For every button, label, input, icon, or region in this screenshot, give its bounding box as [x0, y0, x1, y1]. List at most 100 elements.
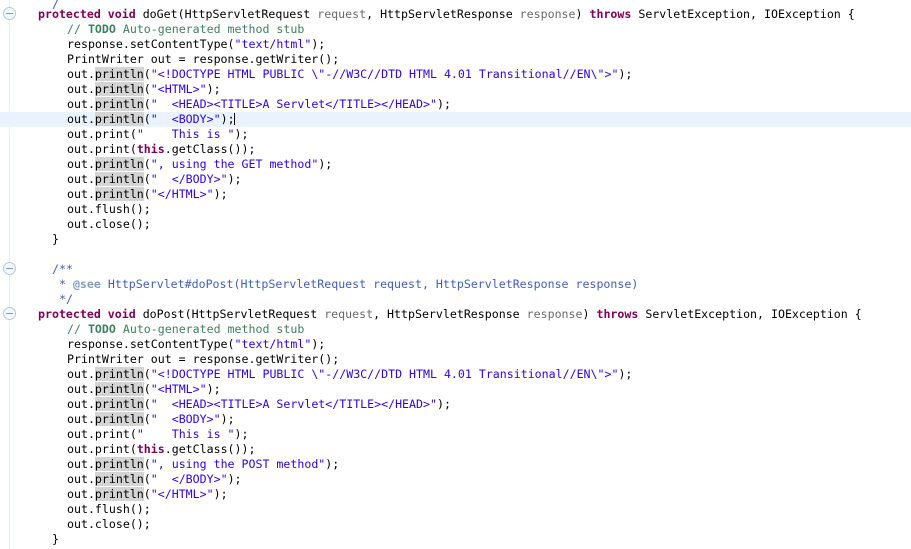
code-line[interactable]: out.println("</HTML>");: [0, 187, 911, 202]
code-line[interactable]: out.println("<!DOCTYPE HTML PUBLIC \"-//…: [0, 367, 911, 382]
code-token: );: [318, 157, 333, 171]
code-token: (: [143, 112, 151, 126]
code-line[interactable]: out.print(" This is ");: [0, 127, 911, 142]
code-token: "<!DOCTYPE HTML PUBLIC \"-//W3C//DTD HTM…: [150, 67, 619, 81]
code-line[interactable]: out.println(" <BODY>");: [0, 412, 911, 427]
code-line[interactable]: response.setContentType("text/html");: [0, 37, 911, 52]
code-token: response: [519, 7, 576, 21]
code-line[interactable]: out.print(this.getClass());: [0, 142, 911, 157]
code-token: "text/html": [234, 337, 312, 351]
code-line[interactable]: protected void doGet(HttpServletRequest …: [0, 7, 911, 22]
code-token: " <HEAD><TITLE>A Servlet</TITLE></HEAD>": [150, 97, 437, 111]
text-caret: [233, 113, 235, 125]
code-token: ServletException, IOException {: [645, 307, 862, 321]
code-token: " <BODY>": [150, 112, 221, 126]
code-line[interactable]: out.println(" <HEAD><TITLE>A Servlet</TI…: [0, 97, 911, 112]
code-token: out.print(: [67, 427, 137, 441]
code-token: );: [213, 187, 228, 201]
code-line[interactable]: * @see HttpServlet#doPost(HttpServletReq…: [0, 277, 911, 292]
code-token: "text/html": [234, 37, 312, 51]
code-token: throws: [589, 7, 639, 21]
code-line[interactable]: */: [0, 292, 911, 307]
code-token: "<!DOCTYPE HTML PUBLIC \"-//W3C//DTD HTM…: [150, 367, 619, 381]
code-line[interactable]: protected void doPost(HttpServletRequest…: [0, 307, 911, 322]
code-line[interactable]: out.print(" This is ");: [0, 427, 911, 442]
code-token: out.: [67, 82, 95, 96]
code-token: response.setContentType(: [67, 337, 235, 351]
code-token: throws: [596, 307, 646, 321]
code-token: println: [94, 187, 144, 201]
code-token: ): [582, 307, 597, 321]
code-line[interactable]: }: [0, 232, 911, 247]
code-line[interactable]: out.println("<HTML>");: [0, 82, 911, 97]
code-token: HttpServletRequest: [191, 307, 325, 321]
code-token: (: [143, 397, 151, 411]
code-line[interactable]: out.close();: [0, 517, 911, 532]
code-token: HttpServletRequest: [184, 7, 318, 21]
code-token: out.close();: [67, 217, 151, 231]
code-token: println: [94, 97, 144, 111]
code-token: protected void: [38, 7, 143, 21]
code-token: ", using the POST method": [150, 457, 326, 471]
code-token: HttpServletResponse: [387, 307, 527, 321]
code-token: out.flush();: [67, 202, 151, 216]
code-token: );: [325, 457, 340, 471]
code-token: ServletException, IOException {: [638, 7, 855, 21]
code-token: );: [436, 397, 451, 411]
code-token: (: [143, 412, 151, 426]
code-token: .getClass());: [164, 142, 256, 156]
code-line[interactable]: out.println("<HTML>");: [0, 382, 911, 397]
code-token: ", using the GET method": [150, 157, 319, 171]
code-token: );: [220, 412, 235, 426]
code-token: (: [143, 487, 151, 501]
code-line[interactable]: }: [0, 532, 911, 547]
code-line[interactable]: response.setContentType("text/html");: [0, 337, 911, 352]
code-line[interactable]: out.println(" </BODY>");: [0, 172, 911, 187]
code-line[interactable]: PrintWriter out = response.getWriter();: [0, 352, 911, 367]
code-line[interactable]: out.flush();: [0, 502, 911, 517]
code-token: );: [206, 82, 221, 96]
code-token: println: [94, 367, 144, 381]
code-token: out.flush();: [67, 502, 151, 516]
code-line[interactable]: out.flush();: [0, 202, 911, 217]
code-line[interactable]: [0, 247, 911, 262]
code-token: println: [94, 457, 144, 471]
code-token: ,: [366, 7, 381, 21]
code-token: (: [143, 172, 151, 186]
code-line[interactable]: // TODO Auto-generated method stub: [0, 322, 911, 337]
code-token: */: [52, 292, 73, 306]
code-line[interactable]: /**: [0, 262, 911, 277]
code-token: Auto-generated method stub: [115, 322, 305, 336]
code-token: out.: [67, 172, 95, 186]
code-token: "<HTML>": [150, 382, 207, 396]
code-line[interactable]: out.println(", using the POST method");: [0, 457, 911, 472]
code-line[interactable]: out.println(" <HEAD><TITLE>A Servlet</TI…: [0, 397, 911, 412]
code-token: /**: [52, 262, 73, 276]
code-token: //: [67, 322, 88, 336]
code-token: );: [206, 382, 221, 396]
code-token: out.: [67, 187, 95, 201]
code-token: *: [52, 277, 73, 291]
code-line[interactable]: out.println("<!DOCTYPE HTML PUBLIC \"-//…: [0, 67, 911, 82]
source-code-area[interactable]: / protected void doGet(HttpServletRequest…: [0, 0, 911, 549]
code-token: " This is ": [136, 127, 235, 141]
code-token: );: [311, 37, 326, 51]
code-token: (: [143, 187, 151, 201]
code-line[interactable]: out.print(this.getClass());: [0, 442, 911, 457]
code-line[interactable]: out.println(", using the GET method");: [0, 157, 911, 172]
code-token: doPost(: [142, 307, 192, 321]
code-line[interactable]: PrintWriter out = response.getWriter();: [0, 52, 911, 67]
code-token: "</HTML>": [150, 187, 214, 201]
code-line[interactable]: out.println("</HTML>");: [0, 487, 911, 502]
code-editor-viewport[interactable]: / protected void doGet(HttpServletRequest…: [0, 0, 911, 549]
code-token: }: [52, 232, 59, 246]
code-token: println: [94, 82, 144, 96]
code-line-current[interactable]: out.println(" <BODY>");: [0, 112, 911, 127]
code-token: @see: [72, 277, 101, 291]
code-line[interactable]: out.println(" </BODY>");: [0, 472, 911, 487]
code-token: (: [143, 82, 151, 96]
code-token: "<HTML>": [150, 82, 207, 96]
code-token: out.: [67, 397, 95, 411]
code-line[interactable]: // TODO Auto-generated method stub: [0, 22, 911, 37]
code-line[interactable]: out.close();: [0, 217, 911, 232]
